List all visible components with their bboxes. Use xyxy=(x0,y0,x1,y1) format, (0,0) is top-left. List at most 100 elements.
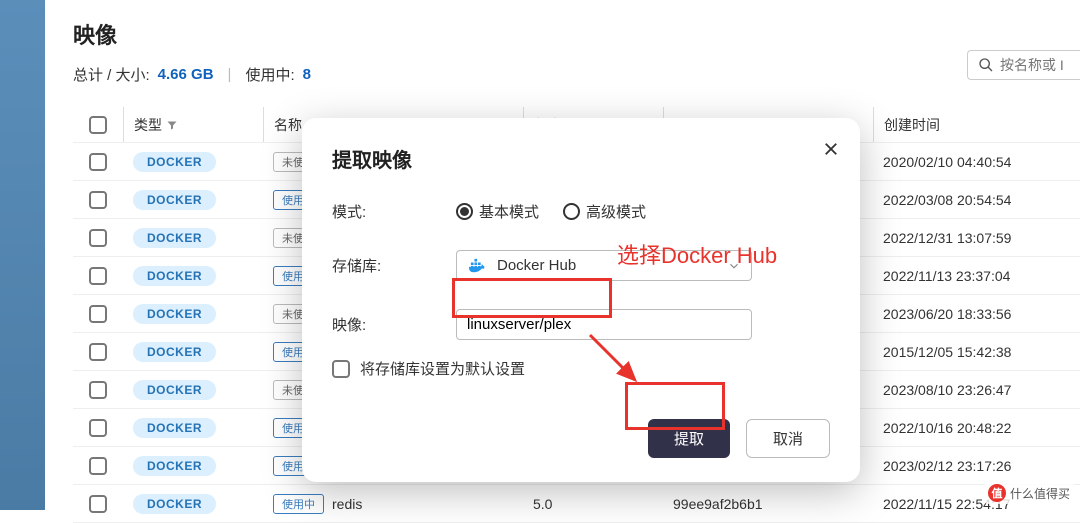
pull-image-modal: 提取映像 模式: 基本模式 高级模式 存储库: Docker Hub 映像: xyxy=(302,118,860,482)
row-checkbox[interactable] xyxy=(89,153,107,171)
row-checkbox[interactable] xyxy=(89,267,107,285)
row-type-cell: DOCKER xyxy=(123,380,263,400)
row-checkbox[interactable] xyxy=(89,419,107,437)
row-created-cell: 2022/10/16 20:48:22 xyxy=(873,420,1053,436)
mode-radio-group: 基本模式 高级模式 xyxy=(456,201,646,222)
row-created-cell: 2022/11/13 23:37:04 xyxy=(873,268,1053,284)
modal-actions: 提取 取消 xyxy=(332,419,830,458)
row-type-cell: DOCKER xyxy=(123,456,263,476)
radio-advanced[interactable]: 高级模式 xyxy=(563,201,646,222)
row-type-cell: DOCKER xyxy=(123,304,263,324)
row-checkbox-cell[interactable] xyxy=(73,419,123,437)
docker-badge: DOCKER xyxy=(133,494,216,514)
row-type-cell: DOCKER xyxy=(123,190,263,210)
radio-icon xyxy=(456,203,473,220)
row-checkbox-cell[interactable] xyxy=(73,381,123,399)
docker-badge: DOCKER xyxy=(133,418,216,438)
default-row[interactable]: 将存储库设置为默认设置 xyxy=(332,358,830,379)
row-created-cell: 2022/12/31 13:07:59 xyxy=(873,230,1053,246)
row-type-cell: DOCKER xyxy=(123,494,263,514)
row-created-cell: 2023/02/12 23:17:26 xyxy=(873,458,1053,474)
image-input[interactable] xyxy=(456,309,752,340)
submit-button[interactable]: 提取 xyxy=(648,419,730,458)
row-type-cell: DOCKER xyxy=(123,266,263,286)
row-checkbox[interactable] xyxy=(89,229,107,247)
row-checkbox-cell[interactable] xyxy=(73,229,123,247)
repo-select[interactable]: Docker Hub xyxy=(456,250,752,281)
radio-icon xyxy=(563,203,580,220)
chevron-down-icon xyxy=(727,259,741,273)
summary-size: 4.66 GB xyxy=(158,66,214,83)
row-checkbox[interactable] xyxy=(89,305,107,323)
mode-label: 模式: xyxy=(332,201,456,222)
row-checkbox-cell[interactable] xyxy=(73,305,123,323)
header-type-label: 类型 xyxy=(134,115,162,135)
summary-row: 总计 / 大小: 4.66 GB | 使用中: 8 xyxy=(73,64,1080,85)
sidebar-strip xyxy=(0,0,45,510)
status-badge: 使用中 xyxy=(273,494,324,514)
filter-icon xyxy=(166,119,178,131)
docker-badge: DOCKER xyxy=(133,152,216,172)
image-row: 映像: xyxy=(332,309,830,340)
row-version-cell: 5.0 xyxy=(523,496,663,512)
row-checkbox-cell[interactable] xyxy=(73,153,123,171)
header-checkbox[interactable] xyxy=(73,107,123,142)
watermark: 值 什么值得买 xyxy=(984,482,1074,504)
row-checkbox-cell[interactable] xyxy=(73,191,123,209)
mode-row: 模式: 基本模式 高级模式 xyxy=(332,201,830,222)
docker-badge: DOCKER xyxy=(133,228,216,248)
using-count: 8 xyxy=(303,66,311,83)
using-label: 使用中: xyxy=(245,64,294,85)
docker-badge: DOCKER xyxy=(133,456,216,476)
row-created-cell: 2023/06/20 18:33:56 xyxy=(873,306,1053,322)
search-input[interactable] xyxy=(1000,57,1070,73)
row-type-cell: DOCKER xyxy=(123,418,263,438)
radio-basic-label: 基本模式 xyxy=(479,201,539,222)
header-name-label: 名称 xyxy=(274,115,302,135)
row-checkbox[interactable] xyxy=(89,343,107,361)
header-type[interactable]: 类型 xyxy=(123,107,263,142)
row-checkbox-cell[interactable] xyxy=(73,457,123,475)
header-created-label: 创建时间 xyxy=(884,115,940,135)
close-icon xyxy=(822,140,840,158)
select-all-checkbox[interactable] xyxy=(89,116,107,134)
page-title: 映像 xyxy=(73,18,1080,50)
row-name-cell: 使用中 redis xyxy=(263,494,523,514)
modal-title: 提取映像 xyxy=(332,144,830,173)
row-checkbox[interactable] xyxy=(89,191,107,209)
image-label: 映像: xyxy=(332,314,456,335)
row-created-cell: 2020/02/10 04:40:54 xyxy=(873,154,1053,170)
radio-basic[interactable]: 基本模式 xyxy=(456,201,539,222)
repo-row: 存储库: Docker Hub xyxy=(332,250,830,281)
row-checkbox-cell[interactable] xyxy=(73,267,123,285)
docker-badge: DOCKER xyxy=(133,190,216,210)
row-type-cell: DOCKER xyxy=(123,228,263,248)
modal-close-button[interactable] xyxy=(822,140,840,163)
summary-label: 总计 / 大小: xyxy=(73,64,150,85)
row-type-cell: DOCKER xyxy=(123,342,263,362)
header-created[interactable]: 创建时间 xyxy=(873,107,1053,142)
row-created-cell: 2023/08/10 23:26:47 xyxy=(873,382,1053,398)
search-box[interactable] xyxy=(967,50,1080,80)
row-id-cell: 99ee9af2b6b1 xyxy=(663,496,873,512)
watermark-text: 什么值得买 xyxy=(1010,485,1070,502)
row-type-cell: DOCKER xyxy=(123,152,263,172)
search-icon xyxy=(978,57,994,73)
row-checkbox-cell[interactable] xyxy=(73,343,123,361)
repo-label: 存储库: xyxy=(332,255,456,276)
summary-separator: | xyxy=(228,66,232,83)
docker-badge: DOCKER xyxy=(133,342,216,362)
repo-value: Docker Hub xyxy=(497,257,576,274)
default-checkbox[interactable] xyxy=(332,360,350,378)
row-checkbox[interactable] xyxy=(89,457,107,475)
docker-icon xyxy=(467,258,489,274)
docker-badge: DOCKER xyxy=(133,266,216,286)
row-checkbox[interactable] xyxy=(89,381,107,399)
cancel-button[interactable]: 取消 xyxy=(746,419,830,458)
row-created-cell: 2015/12/05 15:42:38 xyxy=(873,344,1053,360)
table-row[interactable]: DOCKER使用中redis5.099ee9af2b6b12022/11/15 … xyxy=(73,485,1080,523)
row-name: redis xyxy=(332,496,362,512)
watermark-icon: 值 xyxy=(988,484,1006,502)
default-checkbox-label: 将存储库设置为默认设置 xyxy=(360,358,525,379)
radio-advanced-label: 高级模式 xyxy=(586,201,646,222)
